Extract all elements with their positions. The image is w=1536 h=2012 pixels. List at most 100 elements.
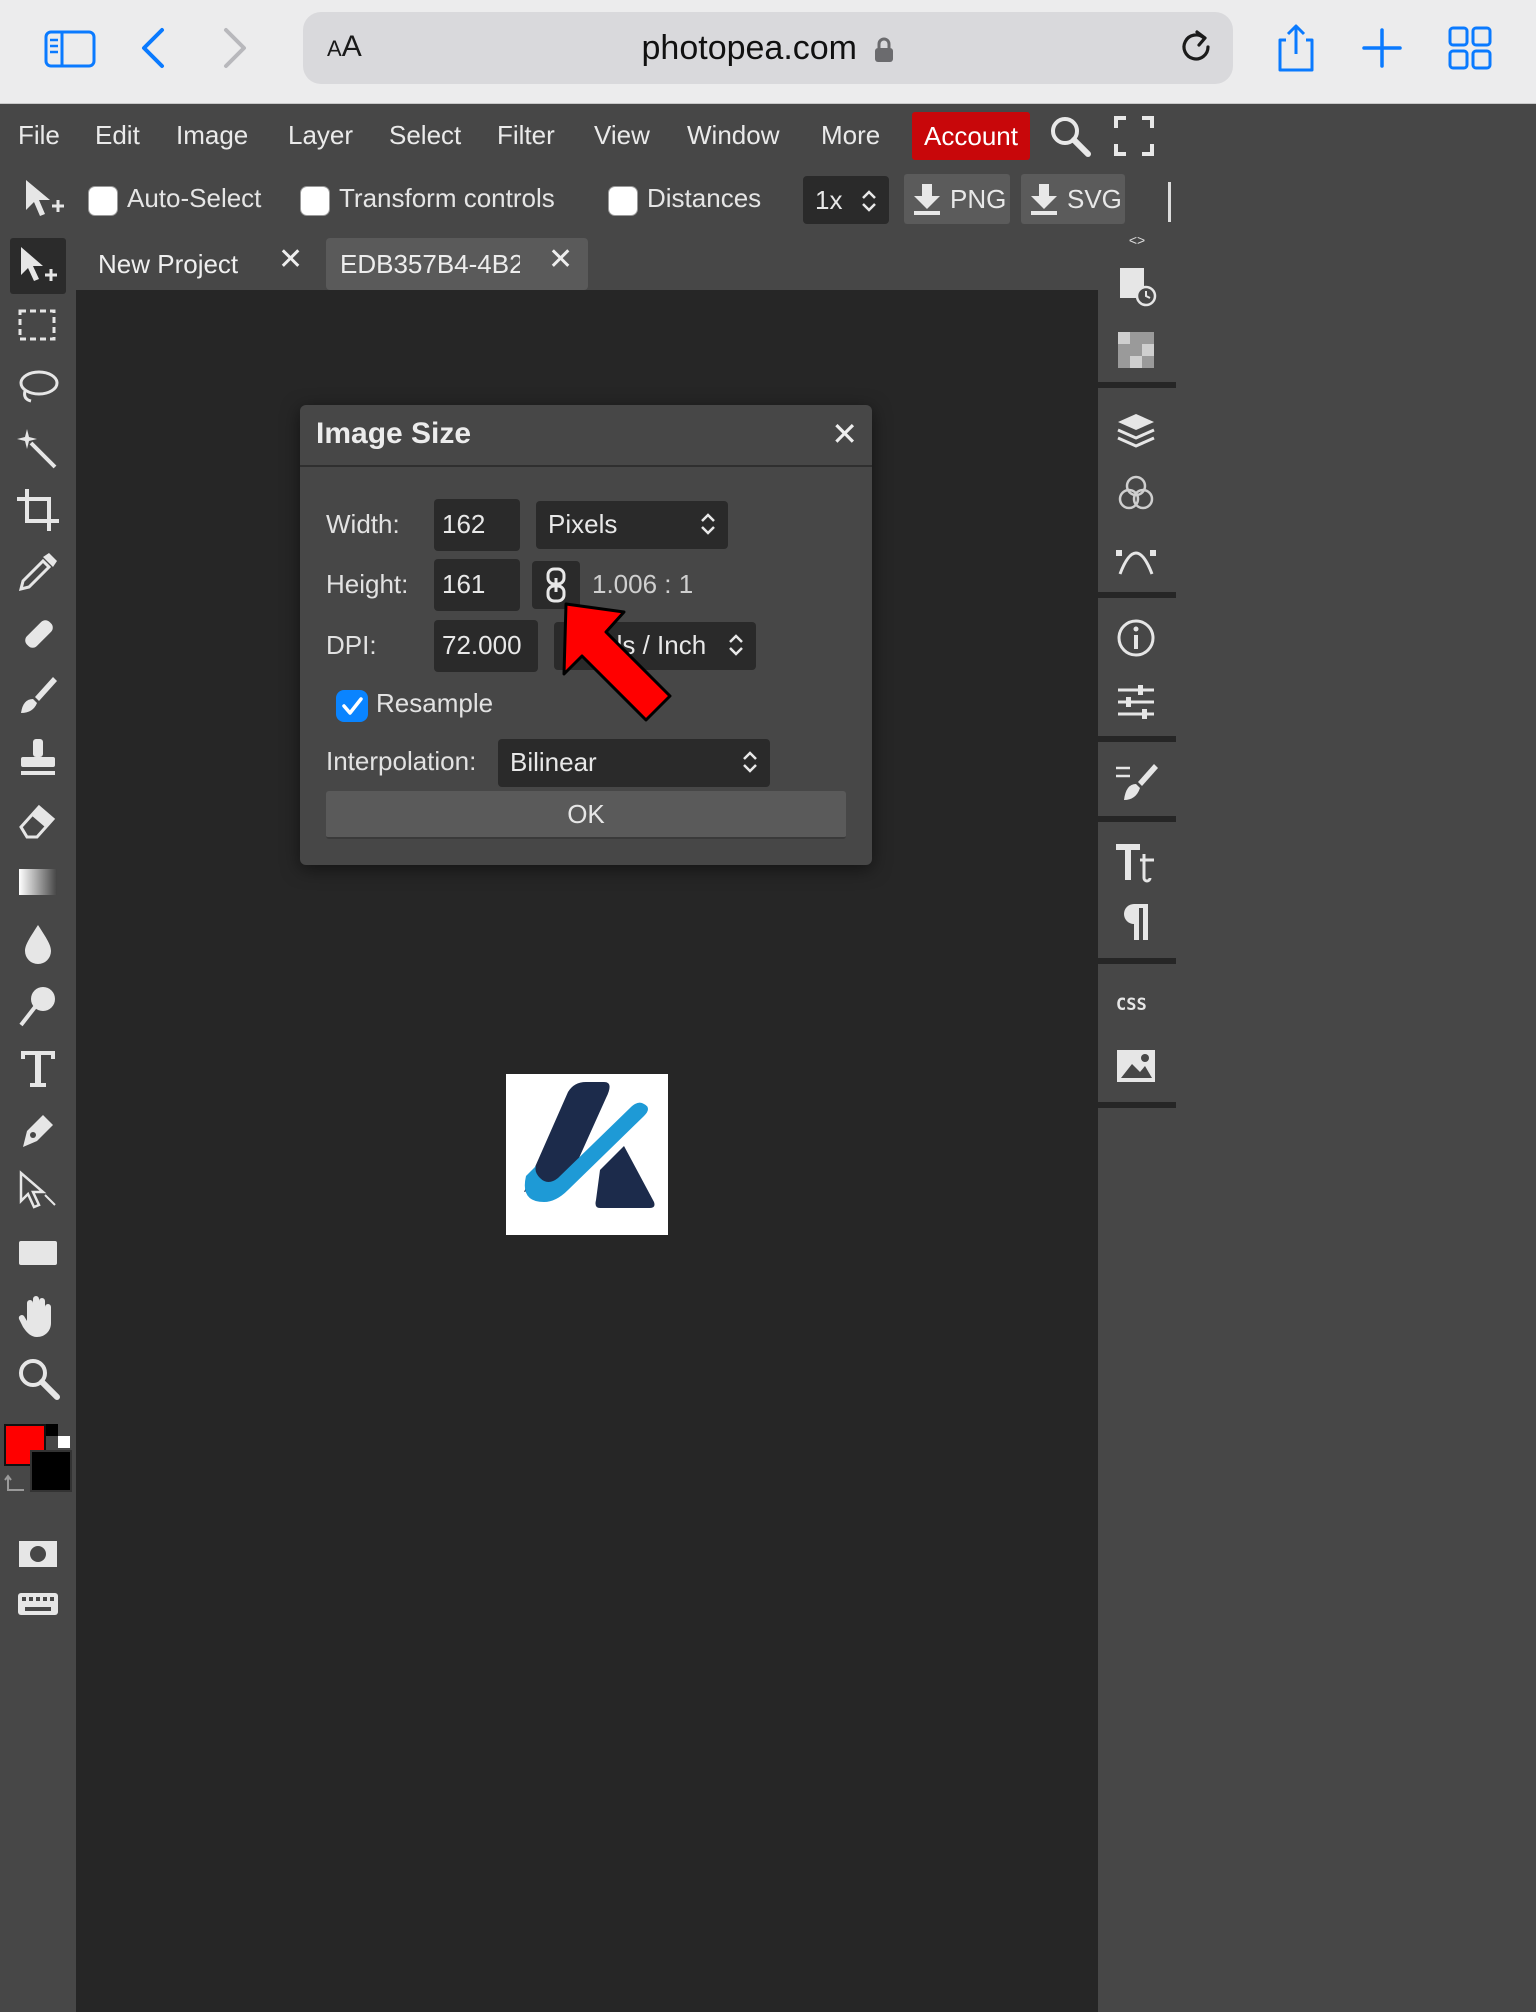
close-icon[interactable]: ✕: [278, 242, 303, 277]
channels-button[interactable]: [1110, 468, 1162, 520]
panel-separator: [1098, 958, 1176, 964]
menu-view[interactable]: View: [594, 120, 650, 151]
swatches-icon: [1118, 332, 1154, 368]
quick-mask-tool[interactable]: [10, 1526, 66, 1582]
transform-controls-checkbox[interactable]: [300, 186, 330, 216]
align-icon[interactable]: [1168, 182, 1174, 222]
width-label: Width:: [326, 509, 400, 539]
image-button[interactable]: [1110, 1040, 1162, 1092]
width-unit-value: Pixels: [548, 509, 618, 539]
width-input[interactable]: 162: [434, 499, 520, 551]
tab-label: EDB357B4-4B2: [340, 248, 520, 279]
brush-icon: [21, 677, 57, 713]
keyboard-icon: [18, 1593, 58, 1615]
menu-more[interactable]: More: [821, 120, 880, 151]
updown-icon: [701, 513, 715, 535]
menu-edit[interactable]: Edit: [95, 120, 140, 151]
character-button[interactable]: [1110, 836, 1162, 888]
dodge-icon: [19, 987, 55, 1027]
tab-new-project[interactable]: New Project: [98, 238, 250, 290]
menu-select[interactable]: Select: [389, 120, 461, 151]
bandage-icon: [25, 620, 53, 648]
menu-filter[interactable]: Filter: [497, 120, 555, 151]
address-bar[interactable]: AA photopea.com: [303, 12, 1233, 84]
gradient-tool[interactable]: [10, 854, 66, 910]
back-icon[interactable]: [130, 22, 182, 74]
dialog-title: Image Size: [316, 417, 472, 450]
auto-select-checkbox[interactable]: [88, 186, 118, 216]
move-tool-icon: [26, 180, 64, 216]
brush-tool[interactable]: [10, 668, 66, 724]
paragraph-button[interactable]: [1110, 896, 1162, 948]
png-label: PNG: [950, 183, 1007, 214]
new-tab-icon[interactable]: [1356, 22, 1408, 74]
account-button[interactable]: Account: [912, 112, 1030, 160]
export-svg-button[interactable]: SVG: [1021, 174, 1125, 224]
width-unit-select[interactable]: Pixels: [536, 501, 728, 549]
lasso-tool[interactable]: [10, 360, 66, 416]
distances-checkbox[interactable]: [608, 186, 638, 216]
move-tool[interactable]: [10, 238, 66, 294]
ok-button[interactable]: OK: [326, 791, 846, 839]
adjustments-button[interactable]: [1110, 676, 1162, 728]
aspect-ratio: 1.006 : 1: [592, 569, 694, 599]
close-icon[interactable]: ✕: [548, 242, 573, 277]
background-color-swatch[interactable]: [30, 1450, 72, 1492]
type-icon: [21, 1051, 55, 1087]
swatches-button[interactable]: [1110, 324, 1162, 376]
move-icon: [21, 247, 57, 281]
css-button[interactable]: CSS: [1110, 976, 1162, 1028]
tab-overview-icon[interactable]: [1444, 22, 1496, 74]
export-png-button[interactable]: PNG: [904, 174, 1010, 224]
download-icon: [1031, 184, 1057, 215]
share-icon[interactable]: [1270, 22, 1322, 74]
healing-tool[interactable]: [10, 606, 66, 662]
sidebar-icon[interactable]: [44, 22, 96, 74]
fullscreen-icon[interactable]: [1110, 112, 1158, 160]
marquee-tool[interactable]: [10, 298, 66, 354]
eraser-tool[interactable]: [10, 792, 66, 848]
tab-label: New Project: [98, 248, 239, 279]
hand-tool[interactable]: [10, 1288, 66, 1344]
pen-tool[interactable]: [10, 1102, 66, 1158]
search-icon[interactable]: [1046, 112, 1094, 160]
brush-settings-button[interactable]: [1110, 756, 1162, 808]
svg-label: SVG: [1067, 183, 1122, 214]
interpolation-select[interactable]: Bilinear: [498, 739, 770, 787]
menu-file[interactable]: File: [18, 120, 60, 151]
marquee-icon: [18, 309, 56, 341]
default-colors-icon[interactable]: [46, 1424, 58, 1436]
menu-window[interactable]: Window: [687, 120, 779, 151]
menu-image[interactable]: Image: [176, 120, 248, 151]
dpi-input[interactable]: 72.000: [434, 620, 538, 672]
path-select-tool[interactable]: [10, 1164, 66, 1220]
shape-tool[interactable]: [10, 1226, 66, 1282]
type-tool[interactable]: [10, 1040, 66, 1096]
blur-tool[interactable]: [10, 916, 66, 972]
zoom-tool[interactable]: [10, 1350, 66, 1406]
close-icon[interactable]: ✕: [831, 415, 858, 453]
updown-icon: [862, 190, 876, 212]
magic-wand-tool[interactable]: [10, 422, 66, 478]
default-colors-icon-white: [58, 1436, 70, 1448]
menu-layer[interactable]: Layer: [288, 120, 353, 151]
reload-icon[interactable]: [1173, 24, 1219, 70]
swap-colors-icon[interactable]: [4, 1472, 30, 1498]
history-button[interactable]: [1110, 260, 1162, 312]
eyedropper-tool[interactable]: [10, 544, 66, 600]
zoom-select[interactable]: 1x: [803, 176, 889, 224]
forward-icon[interactable]: [206, 22, 258, 74]
paths-button[interactable]: [1110, 532, 1162, 584]
info-button[interactable]: [1110, 612, 1162, 664]
keyboard-tool[interactable]: [10, 1576, 66, 1632]
panel-toggle[interactable]: <>: [1098, 232, 1176, 250]
height-input[interactable]: 161: [434, 559, 520, 611]
layers-button[interactable]: [1110, 404, 1162, 456]
crop-tool[interactable]: [10, 482, 66, 538]
dodge-tool[interactable]: [10, 978, 66, 1034]
stamp-tool[interactable]: [10, 730, 66, 786]
resample-checkbox[interactable]: [336, 690, 368, 722]
magic-wand-icon: [17, 429, 57, 469]
drop-icon: [25, 925, 51, 964]
svg-text:CSS: CSS: [1116, 995, 1147, 1015]
